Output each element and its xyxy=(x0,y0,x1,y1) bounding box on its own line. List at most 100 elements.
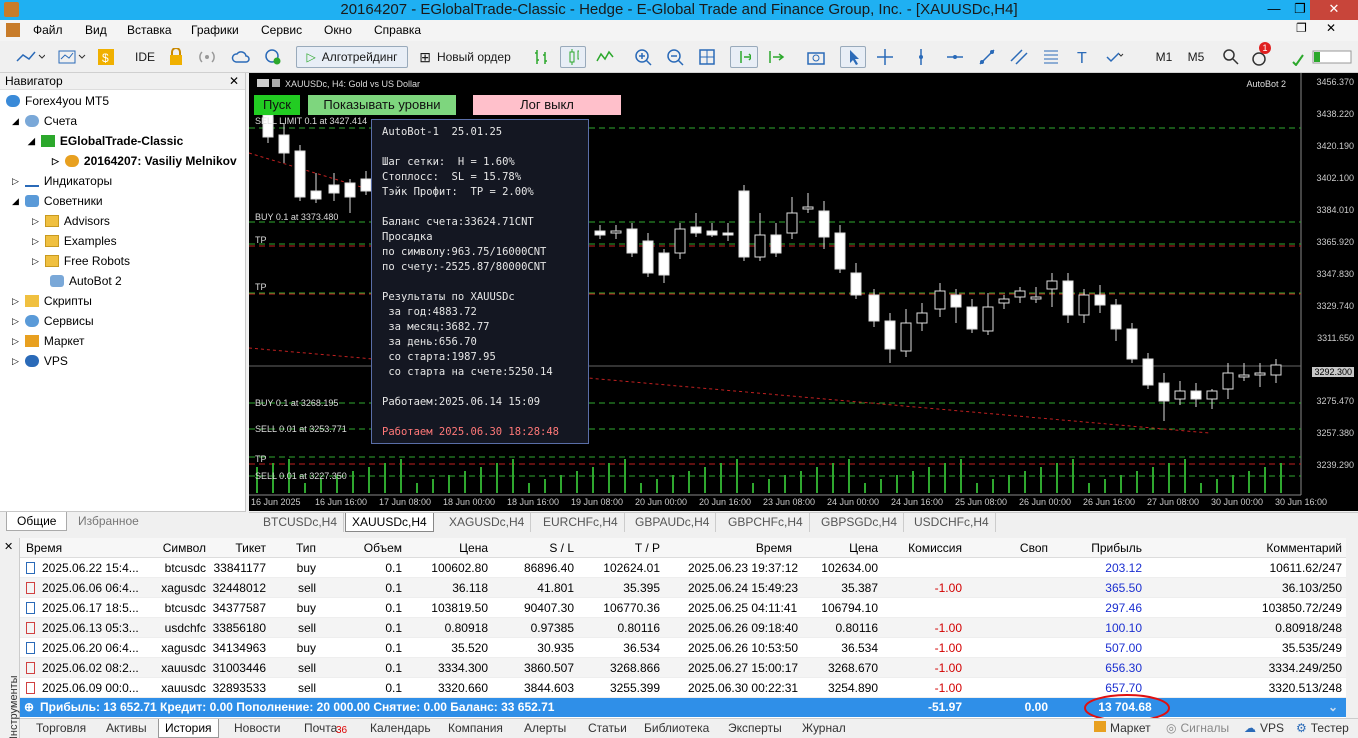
column-header[interactable]: Прибыль xyxy=(1052,541,1142,555)
table-row[interactable]: 2025.06.02 08:2... xauusdc 31003446 sell 0.1… xyxy=(20,658,1346,678)
cloud-icon[interactable] xyxy=(230,46,252,68)
minimize-button[interactable]: — xyxy=(1262,0,1286,20)
expand-icon[interactable]: ▷ xyxy=(32,236,39,247)
chart-tab[interactable]: XAGUSDc,H4 xyxy=(443,513,532,532)
column-header[interactable]: Цена xyxy=(796,541,878,555)
menu-service[interactable]: Сервис xyxy=(261,23,302,37)
tree-item-account[interactable]: ▷ 20164207: Vasiliy Melnikov xyxy=(52,152,237,170)
table-row[interactable]: 2025.06.22 15:4... btcusdc 33841177 buy 0.1 1… xyxy=(20,558,1346,578)
table-row[interactable]: 2025.06.06 06:4... xagusdc 32448012 sell 0.1… xyxy=(20,578,1346,598)
column-header[interactable]: Тикет xyxy=(210,541,266,555)
tree-item-server[interactable]: ◢ EGlobalTrade-Classic xyxy=(28,132,183,150)
price-chart[interactable]: XAUUSDc, H4: Gold vs US Dollar AutoBot 2… xyxy=(249,73,1358,511)
expand-icon[interactable]: ▷ xyxy=(12,336,19,347)
objects-icon[interactable] xyxy=(1104,46,1126,68)
cursor-icon[interactable] xyxy=(840,46,866,68)
tree-item-autobot[interactable]: AutoBot 2 xyxy=(50,272,122,290)
column-header[interactable]: Тип xyxy=(270,541,316,555)
start-button[interactable]: Пуск xyxy=(254,95,300,115)
close-button[interactable]: ✕ xyxy=(1310,0,1358,20)
lock-icon[interactable] xyxy=(166,46,186,68)
trendline-icon[interactable] xyxy=(976,46,998,68)
right-tab-vps[interactable]: ☁ VPS xyxy=(1244,719,1284,738)
tree-item-broker[interactable]: Forex4you MT5 xyxy=(6,92,109,110)
tree-item-services[interactable]: ▷ Сервисы xyxy=(12,312,94,330)
chart-tab[interactable]: USDCHFc,H4 xyxy=(908,513,996,532)
right-tab-signals[interactable]: ◎ Сигналы xyxy=(1166,719,1229,738)
tree-item-experts[interactable]: ◢ Советники xyxy=(12,192,103,210)
tab-calendar[interactable]: Календарь xyxy=(370,719,431,738)
tab-articles[interactable]: Статьи xyxy=(588,719,627,738)
tab-news[interactable]: Новости xyxy=(234,719,280,738)
dollar-icon[interactable]: $ xyxy=(96,46,116,68)
chart-tab[interactable]: GBPSGDc,H4 xyxy=(815,513,905,532)
timeframe-m1[interactable]: M1 xyxy=(1150,46,1178,68)
expand-icon[interactable]: ▷ xyxy=(12,356,19,367)
zoom-in-icon[interactable] xyxy=(632,46,654,68)
tab-history[interactable]: История xyxy=(158,719,219,738)
table-row[interactable]: 2025.06.20 06:4... xagusdc 34134963 buy 0.1 3… xyxy=(20,638,1346,658)
autoscroll-icon[interactable] xyxy=(730,46,758,68)
expand-icon[interactable]: ▷ xyxy=(32,216,39,227)
show-levels-button[interactable]: Показывать уровни xyxy=(308,95,456,115)
tab-trade[interactable]: Торговля xyxy=(36,719,86,738)
menu-window[interactable]: Окно xyxy=(324,23,352,37)
close-child-button[interactable]: ✕ xyxy=(1326,21,1336,35)
tree-item-indicators[interactable]: ▷ Индикаторы xyxy=(12,172,112,190)
menu-file[interactable]: Файл xyxy=(33,23,63,37)
column-header[interactable]: Комиссия xyxy=(882,541,962,555)
notifications-icon[interactable]: 1 xyxy=(1250,42,1272,68)
expand-icon[interactable]: ▷ xyxy=(32,256,39,267)
column-header[interactable]: Объем xyxy=(320,541,402,555)
search-icon[interactable] xyxy=(1220,46,1242,68)
tab-library[interactable]: Библиотека xyxy=(644,719,709,738)
zoom-out-icon[interactable] xyxy=(664,46,686,68)
line-chart-icon[interactable] xyxy=(594,46,616,68)
column-header[interactable]: Своп xyxy=(966,541,1048,555)
timeframe-m5[interactable]: M5 xyxy=(1182,46,1210,68)
vertical-line-icon[interactable] xyxy=(910,46,932,68)
column-header[interactable]: Время xyxy=(688,541,792,555)
menu-help[interactable]: Справка xyxy=(374,23,421,37)
tile-windows-icon[interactable] xyxy=(696,46,718,68)
chart-tab[interactable]: GBPCHFc,H4 xyxy=(722,513,810,532)
vertical-scrollbar[interactable] xyxy=(1346,538,1358,718)
algotrading-button[interactable]: ▷ Алготрейдинг xyxy=(296,46,408,68)
column-header[interactable]: T / P xyxy=(578,541,660,555)
text-tool-icon[interactable]: T xyxy=(1072,46,1094,68)
restore-child-button[interactable]: ❐ xyxy=(1296,21,1307,35)
signal-icon[interactable] xyxy=(196,46,218,68)
navigator-close-icon[interactable]: ✕ xyxy=(229,73,239,89)
menu-insert[interactable]: Вставка xyxy=(127,23,172,37)
fibonacci-icon[interactable] xyxy=(1040,46,1062,68)
ide-button[interactable]: IDE xyxy=(130,46,160,68)
tab-favorites[interactable]: Избранное xyxy=(68,512,149,531)
collapse-icon[interactable]: ◢ xyxy=(12,196,19,207)
chart-type-icon[interactable] xyxy=(12,46,48,68)
tab-company[interactable]: Компания xyxy=(448,719,503,738)
crosshair-icon[interactable] xyxy=(874,46,896,68)
tab-experts[interactable]: Эксперты xyxy=(728,719,782,738)
right-tab-market[interactable]: Маркет xyxy=(1094,719,1151,738)
column-header[interactable]: Время xyxy=(26,541,136,555)
expand-icon[interactable]: ▷ xyxy=(12,316,19,327)
column-header[interactable]: Цена xyxy=(406,541,488,555)
globe-icon[interactable] xyxy=(262,46,284,68)
chart-tab[interactable]: BTCUSDc,H4 xyxy=(257,513,345,532)
tab-journal[interactable]: Журнал xyxy=(802,719,846,738)
tree-item-scripts[interactable]: ▷ Скрипты xyxy=(12,292,92,310)
chart-tab[interactable]: EURCHFc,H4 xyxy=(537,513,625,532)
tab-common[interactable]: Общие xyxy=(6,512,68,531)
menu-charts[interactable]: Графики xyxy=(191,23,239,37)
chart-tab-active[interactable]: XAUUSDc,H4 xyxy=(345,513,434,532)
log-button[interactable]: Лог выкл xyxy=(473,95,621,115)
maximize-button[interactable]: ❐ xyxy=(1288,0,1312,20)
tree-item-advisors[interactable]: ▷ Advisors xyxy=(32,212,110,230)
screenshot-icon[interactable] xyxy=(804,46,828,68)
menu-view[interactable]: Вид xyxy=(85,23,107,37)
collapse-icon[interactable]: ◢ xyxy=(28,136,35,147)
tab-alerts[interactable]: Алерты xyxy=(524,719,566,738)
chart-tab[interactable]: GBPAUDc,H4 xyxy=(629,513,717,532)
templates-icon[interactable] xyxy=(54,46,90,68)
tree-item-market[interactable]: ▷ Маркет xyxy=(12,332,85,350)
